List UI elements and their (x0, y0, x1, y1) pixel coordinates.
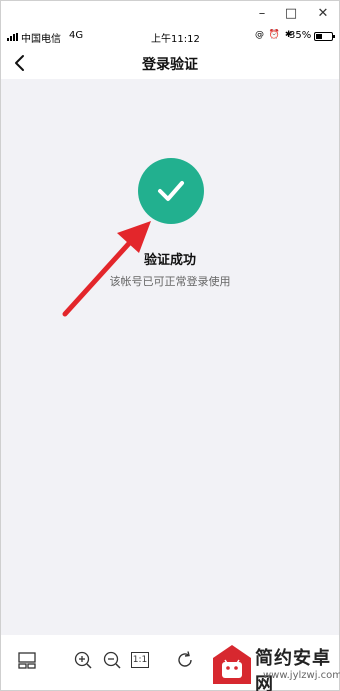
site-watermark: 简约安卓网 www.jylzwj.com (211, 642, 340, 691)
minimize-button[interactable]: – (254, 5, 270, 21)
zoom-in-icon (74, 651, 92, 669)
nav-bar: 登录验证 (1, 47, 339, 79)
page-title: 登录验证 (142, 57, 198, 73)
thumbnails-button[interactable] (16, 649, 38, 671)
zoom-out-button[interactable] (101, 649, 123, 671)
zoom-in-button[interactable] (72, 649, 94, 671)
success-subtitle: 该帐号已可正常登录使用 (109, 275, 231, 288)
image-viewer-window: – □ ✕ 中国电信 4G 上午11:12 @ ⏰ ✱ 35% 登录验证 验证成… (0, 0, 340, 691)
status-bar: 中国电信 4G 上午11:12 @ ⏰ ✱ 35% (1, 27, 339, 47)
actual-size-label: 1:1 (132, 655, 148, 665)
status-time: 上午11:12 (151, 34, 200, 45)
android-logo-icon (213, 645, 251, 684)
actual-size-button[interactable]: 1:1 (131, 652, 149, 668)
close-button[interactable]: ✕ (315, 5, 331, 21)
signal-icon (7, 33, 18, 41)
maximize-button[interactable]: □ (283, 5, 299, 21)
carrier-label: 中国电信 (21, 34, 61, 45)
rotate-button[interactable] (174, 649, 196, 671)
annotation-arrow-icon (62, 221, 151, 317)
checkmark-icon (158, 181, 184, 201)
battery-icon (314, 32, 335, 41)
window-titlebar: – □ ✕ (1, 1, 339, 27)
success-check-icon (138, 158, 204, 224)
rotate-icon (178, 651, 192, 667)
phone-screenshot: 中国电信 4G 上午11:12 @ ⏰ ✱ 35% 登录验证 验证成功 该帐号已… (1, 27, 339, 635)
success-title: 验证成功 (143, 253, 196, 268)
network-type: 4G (69, 30, 84, 41)
watermark-url: www.jylzwj.com (263, 670, 340, 681)
thumbnails-icon (18, 652, 36, 669)
battery-percent: 35% (289, 30, 312, 41)
watermark-title: 简约安卓网 (255, 648, 331, 691)
zoom-out-icon (103, 651, 121, 669)
status-icons: @ ⏰ ✱ (255, 30, 294, 40)
